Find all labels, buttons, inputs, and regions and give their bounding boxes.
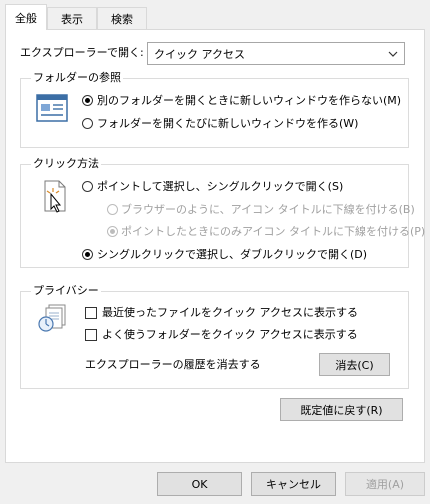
privacy-group: プライバシー 最近使ったファイルをクイック アクセスに表示する よく使うフォルダ…: [20, 284, 409, 389]
explorer-open-selected: クイック アクセス: [154, 47, 245, 61]
tab-label: 検索: [111, 12, 133, 26]
apply-button-label: 適用(A): [365, 478, 405, 491]
restore-defaults-label: 既定値に戻す(R): [300, 403, 383, 417]
tab-label: 表示: [61, 12, 83, 26]
tab-view[interactable]: 表示: [47, 7, 97, 29]
clear-history-button[interactable]: 消去(C): [319, 353, 390, 376]
option-double-click-label: シングルクリックで選択し、ダブルクリックで開く(D): [97, 248, 368, 261]
option-underline-hover-label: ポイントしたときにのみアイコン タイトルに下線を付ける(P): [121, 225, 426, 238]
window-icon: [36, 94, 68, 122]
frequent-folders-label: よく使うフォルダーをクイック アクセスに表示する: [102, 328, 358, 341]
checkbox-recent-files[interactable]: [85, 307, 97, 319]
apply-button[interactable]: 適用(A): [345, 472, 425, 496]
option-underline-always-label: ブラウザーのように、アイコン タイトルに下線を付ける(B): [121, 203, 415, 216]
folder-browse-group: フォルダーの参照 別のフォルダーを開くときに新しいウィンドウを作らない(M) フ…: [20, 71, 409, 148]
radio-same-window[interactable]: [82, 95, 93, 106]
radio-underline-hover[interactable]: [107, 226, 118, 237]
option-new-window-label: フォルダーを開くたびに新しいウィンドウを作る(W): [97, 117, 359, 130]
folder-browse-legend: フォルダーの参照: [31, 71, 123, 85]
cancel-button[interactable]: キャンセル: [251, 472, 336, 496]
checkbox-frequent-folders[interactable]: [85, 329, 97, 341]
restore-defaults-button[interactable]: 既定値に戻す(R): [280, 398, 403, 421]
tab-general[interactable]: 全般: [5, 4, 47, 30]
option-same-window-label: 別のフォルダーを開くときに新しいウィンドウを作らない(M): [97, 94, 402, 107]
ok-button[interactable]: OK: [157, 472, 242, 496]
explorer-open-label: エクスプローラーで開く:: [20, 46, 144, 59]
clear-history-label: エクスプローラーの履歴を消去する: [85, 358, 261, 371]
tab-search[interactable]: 検索: [97, 7, 147, 29]
radio-single-click[interactable]: [82, 181, 93, 192]
clear-history-button-label: 消去(C): [335, 358, 374, 372]
recent-files-label: 最近使ったファイルをクイック アクセスに表示する: [102, 306, 358, 319]
tab-label: 全般: [15, 11, 37, 25]
recent-files-icon: [38, 304, 66, 332]
radio-underline-always[interactable]: [107, 204, 118, 215]
pointer-click-icon: [44, 180, 66, 213]
cancel-button-label: キャンセル: [266, 478, 321, 491]
general-tab-panel: エクスプローラーで開く: フォルダーの参照 別のフォルダーを開くときに新しいウィ…: [5, 29, 425, 463]
click-method-legend: クリック方法: [31, 157, 101, 171]
ok-button-label: OK: [191, 477, 208, 491]
radio-new-window[interactable]: [82, 118, 93, 129]
click-method-group: クリック方法 ポイントして選択し、シングルクリックで開く(S) ブラウザーのよう…: [20, 157, 425, 268]
explorer-open-select[interactable]: クイック アクセス: [147, 42, 405, 65]
privacy-legend: プライバシー: [31, 284, 101, 298]
radio-double-click[interactable]: [82, 249, 93, 260]
chevron-down-icon: [388, 51, 398, 57]
option-single-click-label: ポイントして選択し、シングルクリックで開く(S): [97, 180, 344, 193]
